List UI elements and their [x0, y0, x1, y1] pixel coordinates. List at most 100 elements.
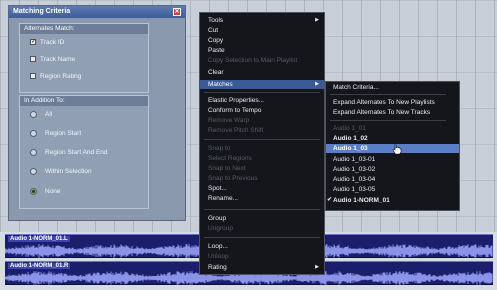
menu-item-unloop: Unloop: [200, 252, 324, 261]
menu-item-label: Conform to Tempo: [208, 107, 262, 114]
submenu-item-audio-1-03-05[interactable]: Audio 1_03-05: [326, 185, 459, 194]
region-context-menu: Tools ▶ Cut Copy Paste Copy Selection to …: [199, 12, 325, 275]
radio-icon[interactable]: [30, 130, 37, 137]
checkbox-icon[interactable]: [30, 73, 36, 80]
menu-item-snap-to-previous: Snap to Previous: [200, 174, 324, 183]
menu-item-copy[interactable]: Copy: [200, 36, 324, 45]
radio-region-start-and-end[interactable]: Region Start And End: [30, 149, 108, 156]
menu-item-rename[interactable]: Rename...: [200, 194, 324, 203]
checkmark-icon: ✔: [327, 197, 333, 203]
menu-item-label: Cut: [208, 27, 219, 34]
submenu-item-expand-playlists[interactable]: Expand Alternates To New Playlists: [326, 98, 459, 107]
radio-label: Region Start And End: [45, 149, 108, 157]
checkbox-track-id[interactable]: ✓ Track ID: [30, 39, 64, 46]
menu-item-label: Loop...: [208, 243, 228, 250]
submenu-item-audio-1-norm-01[interactable]: ✔ Audio 1-NORM_01: [326, 196, 459, 205]
menu-item-spot[interactable]: Spot...: [200, 184, 324, 193]
radio-within-selection[interactable]: Within Selection: [30, 168, 92, 175]
menu-item-cut[interactable]: Cut: [200, 26, 324, 35]
menu-item-group[interactable]: Group: [200, 214, 324, 223]
matching-criteria-window: Matching Criteria ✕ Alternates Match: ✓ T…: [8, 5, 186, 221]
menu-item-tools[interactable]: Tools ▶: [200, 16, 324, 25]
checkbox-checked-icon[interactable]: ✓: [30, 39, 36, 46]
radio-icon[interactable]: [30, 111, 37, 118]
menu-item-label: Audio 1_03: [333, 145, 368, 152]
radio-region-start[interactable]: Region Start: [30, 130, 81, 137]
menu-separator: [330, 94, 446, 95]
menu-item-label: Copy Selection to Main Playlist: [208, 57, 298, 64]
menu-item-copy-selection: Copy Selection to Main Playlist: [200, 56, 324, 65]
radio-none[interactable]: None: [30, 188, 61, 195]
menu-separator: [204, 139, 320, 140]
menu-item-label: Ungroup: [208, 225, 233, 232]
clip-name-label: Audio 1-NORM_01.R: [8, 263, 71, 269]
radio-icon[interactable]: [30, 168, 37, 175]
submenu-item-audio-1-03-01[interactable]: Audio 1_03-01: [326, 155, 459, 164]
menu-item-elastic-properties[interactable]: Elastic Properties...: [200, 96, 324, 105]
menu-item-label: Rating: [208, 264, 227, 271]
menu-item-remove-pitch-shift: Remove Pitch Shift: [200, 126, 324, 135]
menu-item-label: Expand Alternates To New Tracks: [333, 109, 431, 116]
checkbox-icon[interactable]: [30, 56, 36, 63]
submenu-item-audio-1-01: Audio 1_01: [326, 124, 459, 133]
menu-item-label: Audio 1-NORM_01: [333, 197, 390, 204]
menu-item-rating[interactable]: Rating ▶: [200, 263, 324, 272]
submenu-item-audio-1-03-04[interactable]: Audio 1_03-04: [326, 175, 459, 184]
group-title: In Addition To:: [20, 96, 148, 106]
menu-item-conform-to-tempo[interactable]: Conform to Tempo: [200, 106, 324, 115]
menu-item-label: Unloop: [208, 253, 229, 260]
menu-separator: [204, 92, 320, 93]
menu-item-select-regions: Select Regions: [200, 154, 324, 163]
menu-item-label: Snap to: [208, 145, 231, 152]
menu-item-label: Audio 1_03-05: [333, 186, 376, 193]
clip-name-label: Audio 1-NORM_01.L: [8, 236, 70, 242]
menu-item-label: Snap to Previous: [208, 175, 258, 182]
submenu-item-audio-1-03-02[interactable]: Audio 1_03-02: [326, 165, 459, 174]
radio-icon[interactable]: [30, 149, 37, 156]
submenu-item-expand-tracks[interactable]: Expand Alternates To New Tracks: [326, 108, 459, 117]
checkbox-region-rating[interactable]: Region Rating: [30, 73, 81, 80]
radio-label: Within Selection: [45, 168, 92, 176]
checkbox-label: Track ID: [40, 39, 65, 46]
menu-item-matches[interactable]: Matches ▶: [200, 80, 324, 89]
menu-separator: [204, 209, 320, 210]
submenu-item-match-criteria[interactable]: Match Criteria...: [326, 83, 459, 92]
menu-item-label: Select Regions: [208, 155, 252, 162]
window-titlebar[interactable]: Matching Criteria ✕: [9, 6, 185, 18]
menu-item-label: Elastic Properties...: [208, 97, 264, 104]
menu-item-label: Audio 1_01: [333, 125, 366, 132]
checkbox-track-name[interactable]: Track Name: [30, 56, 75, 63]
window-title: Matching Criteria: [13, 8, 71, 15]
menu-separator: [330, 120, 446, 121]
menu-item-remove-warp: Remove Warp: [200, 116, 324, 125]
menu-item-label: Audio 1_03-01: [333, 156, 376, 163]
submenu-item-audio-1-02[interactable]: Audio 1_02: [326, 134, 459, 143]
menu-item-snap-to: Snap to: [200, 144, 324, 153]
menu-item-loop[interactable]: Loop...: [200, 242, 324, 251]
close-icon[interactable]: ✕: [173, 8, 181, 16]
menu-item-label: Paste: [208, 47, 225, 54]
submenu-arrow-icon: ▶: [315, 17, 319, 23]
radio-label: None: [45, 188, 61, 196]
menu-item-paste[interactable]: Paste: [200, 46, 324, 55]
radio-label: Region Start: [45, 130, 82, 138]
checkbox-label: Track Name: [40, 56, 76, 63]
menu-item-label: Group: [208, 215, 227, 222]
menu-item-label: Match Criteria...: [333, 84, 379, 91]
menu-separator: [204, 237, 320, 238]
menu-item-label: Copy: [208, 37, 224, 44]
menu-item-clear[interactable]: Clear: [200, 68, 324, 77]
menu-item-label: Rename...: [208, 195, 238, 202]
radio-all[interactable]: All: [30, 111, 52, 118]
menu-item-label: Tools: [208, 17, 224, 24]
radio-label: All: [45, 111, 53, 119]
menu-item-label: Expand Alternates To New Playlists: [333, 99, 435, 106]
hand-cursor-icon: [392, 143, 402, 155]
menu-item-label: Audio 1_02: [333, 135, 368, 142]
radio-selected-icon[interactable]: [30, 188, 37, 195]
checkbox-label: Region Rating: [40, 73, 82, 80]
menu-item-label: Spot...: [208, 185, 227, 192]
in-addition-to-group: In Addition To: All Region Start Region …: [19, 95, 149, 209]
menu-item-ungroup: Ungroup: [200, 224, 324, 233]
menu-item-label: Snap to Next: [208, 165, 246, 172]
